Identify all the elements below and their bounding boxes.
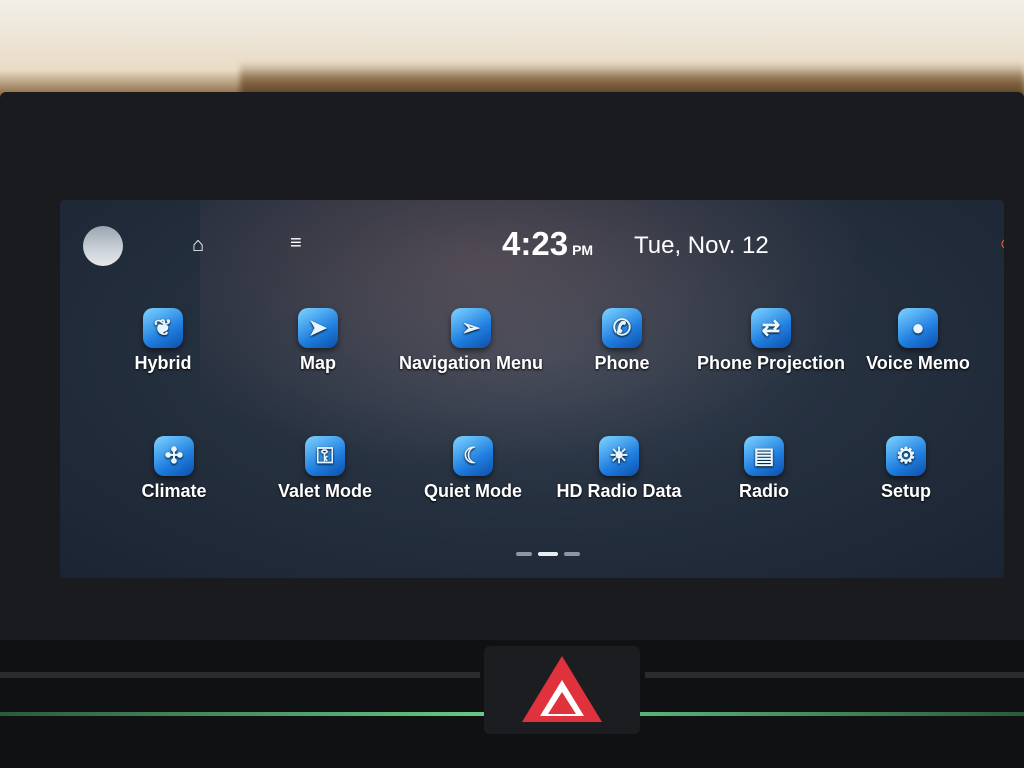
clock-ampm: PM — [572, 242, 594, 258]
profile-avatar[interactable] — [83, 226, 123, 266]
hazard-button[interactable] — [484, 646, 640, 734]
leaf-icon: ❦ — [143, 308, 183, 348]
valet-icon: ⚿ — [305, 436, 345, 476]
status-bar: ⌂ ≡ 4:23PM Tue, Nov. 12 ⊘ᴮ — [60, 200, 1004, 290]
app-climate[interactable]: ✣ Climate — [89, 436, 259, 501]
quiet-mode-icon: ☾ — [453, 436, 493, 476]
air-vent — [645, 672, 1024, 678]
air-vent — [0, 672, 480, 678]
gear-icon: ⚙ — [886, 436, 926, 476]
app-valet-mode[interactable]: ⚿ Valet Mode — [240, 436, 410, 501]
app-label: HD Radio Data — [556, 481, 682, 501]
app-quiet-mode[interactable]: ☾ Quiet Mode — [388, 436, 558, 501]
app-label: Phone Projection — [696, 353, 846, 373]
app-label: Radio — [738, 481, 789, 501]
app-phone[interactable]: ✆ Phone — [537, 308, 707, 373]
app-navigation-menu[interactable]: ➢ Navigation Menu — [386, 308, 556, 373]
date: Tue, Nov. 12 — [634, 232, 769, 259]
page-indicator[interactable] — [516, 552, 580, 556]
app-label: Voice Memo — [866, 353, 970, 373]
infotainment-screen: ⌂ ≡ 4:23PM Tue, Nov. 12 ⊘ᴮ ❦ Hybrid ➤ Map ➢ N… — [60, 200, 1004, 578]
page-dot-active[interactable] — [538, 552, 558, 556]
voice-memo-icon: ● — [898, 308, 938, 348]
app-map[interactable]: ➤ Map — [233, 308, 403, 373]
app-label: Navigation Menu — [398, 353, 543, 373]
page-dot[interactable] — [516, 552, 532, 556]
home-icon[interactable]: ⌂ — [192, 234, 204, 257]
menu-icon[interactable]: ≡ — [290, 232, 302, 255]
navigation-icon: ➢ — [451, 308, 491, 348]
phone-icon: ✆ — [602, 308, 642, 348]
bluetooth-status-icon: ⊘ᴮ — [1000, 234, 1004, 254]
fan-icon: ✣ — [154, 436, 194, 476]
app-label: Quiet Mode — [424, 481, 522, 501]
app-hybrid[interactable]: ❦ Hybrid — [78, 308, 248, 373]
app-label: Setup — [880, 481, 931, 501]
app-label: Valet Mode — [277, 481, 373, 501]
map-icon: ➤ — [298, 308, 338, 348]
clock: 4:23 PM — [502, 225, 593, 263]
hazard-icon-core — [548, 692, 576, 714]
app-setup[interactable]: ⚙ Setup — [821, 436, 991, 501]
radio-icon: ▤ — [744, 436, 784, 476]
app-phone-projection[interactable]: ⇄ Phone Projection — [686, 308, 856, 373]
app-label: Hybrid — [134, 353, 192, 373]
clock-time: 4:23 — [502, 225, 569, 262]
hd-radio-data-icon: ☀ — [599, 436, 639, 476]
app-label: Climate — [141, 481, 207, 501]
app-label: Map — [300, 353, 336, 373]
phone-projection-icon: ⇄ — [751, 308, 791, 348]
app-label: Phone — [594, 353, 650, 373]
app-voice-memo[interactable]: ● Voice Memo — [833, 308, 1003, 373]
page-dot[interactable] — [564, 552, 580, 556]
